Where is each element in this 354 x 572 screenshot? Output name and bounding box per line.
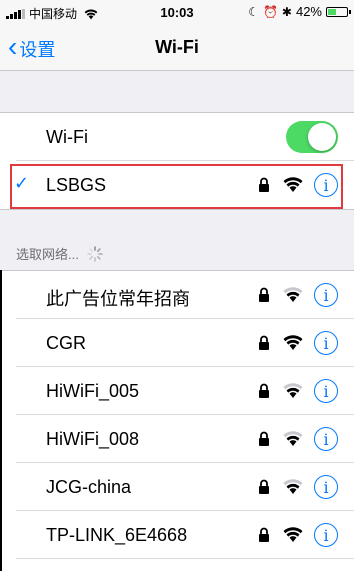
lock-icon bbox=[259, 335, 269, 350]
wifi-signal-icon bbox=[283, 479, 303, 494]
lock-icon bbox=[259, 431, 269, 446]
status-right: ☾ ⏰ ✱ 42% bbox=[248, 4, 351, 19]
network-name: HiWiFi_005 bbox=[46, 381, 140, 401]
network-name: TP-LINK_6E4668 bbox=[46, 525, 188, 545]
nav-bar: ‹ 设置 Wi-Fi bbox=[0, 26, 354, 71]
wifi-signal-icon bbox=[283, 431, 303, 446]
info-icon[interactable]: i bbox=[314, 379, 338, 403]
network-list: 此广告位常年招商 i CGR i HiWiFi_005 i HiWiFi_008 i JCG-c… bbox=[0, 270, 354, 572]
network-row[interactable]: HiWiFi_008 i bbox=[0, 415, 354, 463]
status-bar: 中国移动 10:03 ☾ ⏰ ✱ 42% bbox=[0, 0, 354, 26]
wifi-toggle-label: Wi-Fi bbox=[46, 127, 88, 147]
back-button[interactable]: ‹ 设置 bbox=[8, 31, 56, 62]
info-icon[interactable]: i bbox=[314, 331, 338, 355]
moon-icon: ☾ bbox=[248, 4, 259, 19]
network-row[interactable]: JCG-china i bbox=[0, 463, 354, 511]
battery-icon bbox=[326, 6, 351, 17]
lock-icon bbox=[259, 527, 269, 542]
network-row[interactable]: CGR i bbox=[0, 319, 354, 367]
back-label: 设置 bbox=[19, 40, 56, 60]
network-name: CGR bbox=[46, 333, 86, 353]
info-icon[interactable]: i bbox=[314, 427, 338, 451]
info-icon[interactable]: i bbox=[314, 283, 338, 307]
network-name: 此广告位常年招商 bbox=[46, 289, 190, 309]
lock-icon bbox=[259, 383, 269, 398]
network-row[interactable]: TP-LINK_6E4668 i bbox=[0, 511, 354, 559]
wifi-toggle[interactable] bbox=[286, 121, 338, 153]
network-name: JCG-china bbox=[46, 477, 132, 497]
screen-edge bbox=[0, 270, 2, 571]
chevron-left-icon: ‹ bbox=[8, 31, 18, 62]
section-header-label: 选取网络... bbox=[16, 247, 79, 262]
wifi-signal-icon bbox=[283, 383, 303, 398]
alarm-icon: ⏰ bbox=[262, 4, 278, 19]
lock-icon bbox=[259, 287, 269, 302]
lock-icon bbox=[259, 479, 269, 494]
section-header: 选取网络... bbox=[16, 244, 103, 263]
network-row[interactable]: HiWiFi_005 i bbox=[0, 367, 354, 415]
toggle-knob bbox=[308, 123, 336, 151]
wifi-signal-icon bbox=[283, 527, 303, 542]
wifi-signal-icon bbox=[283, 287, 303, 302]
network-row[interactable]: 此广告位常年招商 i bbox=[0, 271, 354, 319]
info-icon[interactable]: i bbox=[314, 475, 338, 499]
network-name: HiWiFi_008 bbox=[46, 429, 140, 449]
wifi-signal-icon bbox=[283, 335, 303, 350]
battery-percent: 42% bbox=[295, 4, 322, 19]
bluetooth-icon: ✱ bbox=[281, 4, 292, 19]
spinner-icon bbox=[87, 245, 103, 262]
wifi-toggle-row: Wi-Fi bbox=[0, 113, 354, 161]
highlight-box bbox=[10, 164, 343, 209]
divider bbox=[16, 558, 354, 559]
info-icon[interactable]: i bbox=[314, 523, 338, 547]
